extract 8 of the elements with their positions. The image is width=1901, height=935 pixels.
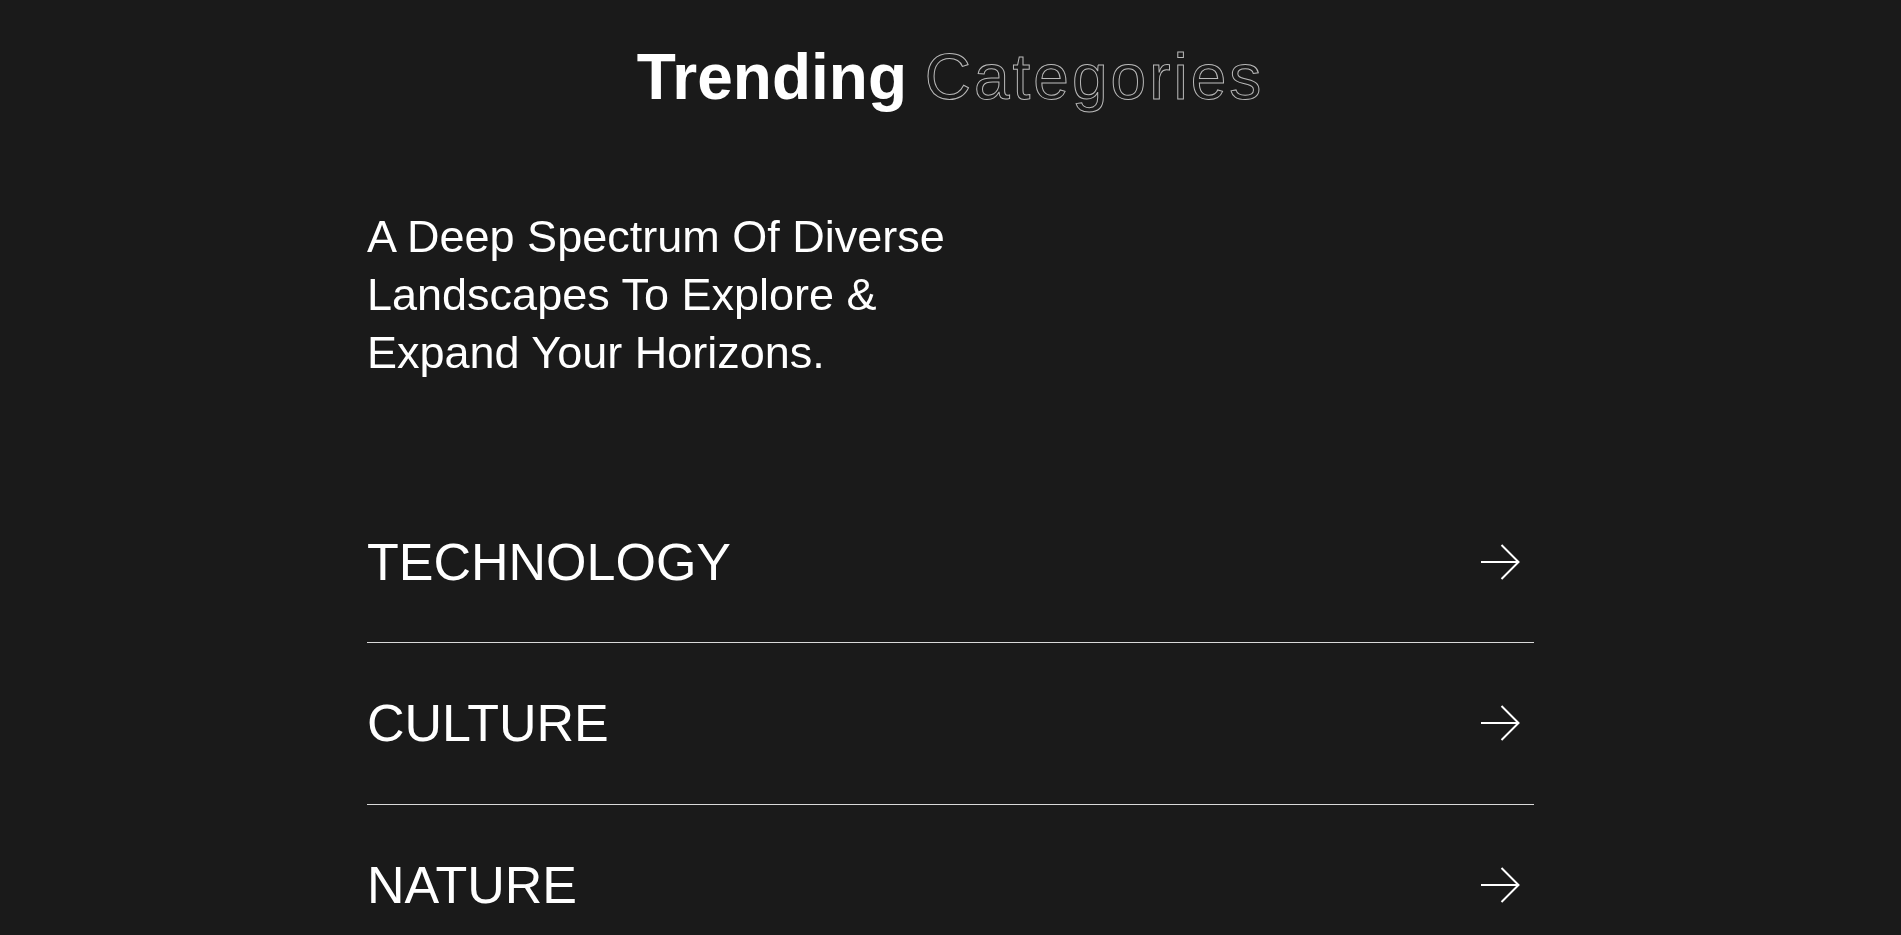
intro-text: A Deep Spectrum Of Diverse Landscapes To Explore & Expand Your Horizons. [367, 209, 946, 380]
category-link[interactable]: TECHNOLOGY [367, 530, 1534, 594]
arrow-right-icon [1480, 705, 1520, 742]
arrow-right-icon [1480, 866, 1520, 903]
arrow-right-icon [1480, 544, 1520, 580]
category-link[interactable]: NATURE [367, 853, 1534, 916]
section-title: Trending Categories [635, 40, 1266, 115]
category-link[interactable]: CULTURE [367, 692, 1534, 755]
